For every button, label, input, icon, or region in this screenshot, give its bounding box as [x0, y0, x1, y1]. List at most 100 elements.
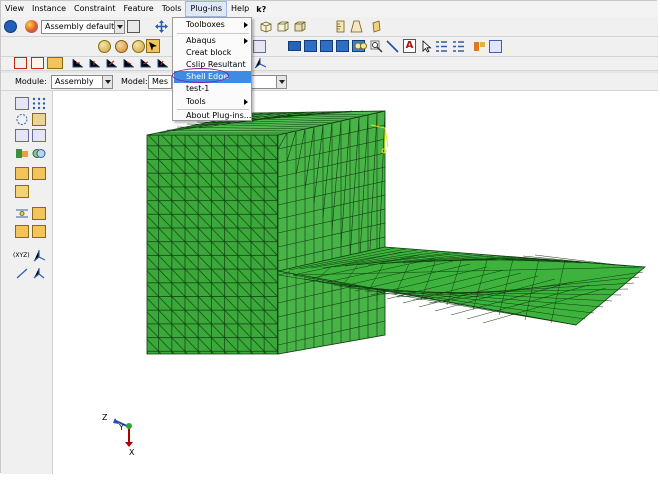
- cursor-icon[interactable]: [420, 40, 433, 53]
- menu-instance[interactable]: Instance: [28, 1, 70, 17]
- ruler-icon[interactable]: [334, 20, 347, 33]
- constraint-edge-icon[interactable]: [15, 185, 29, 198]
- menu-item-creat-block[interactable]: Creat block: [174, 47, 251, 59]
- module-value: Assembly: [55, 77, 94, 86]
- module-select[interactable]: Assembly: [51, 75, 113, 89]
- render-icon[interactable]: [370, 20, 383, 33]
- datum-plane-icon[interactable]: [32, 267, 46, 280]
- chevron-down-icon[interactable]: [114, 21, 124, 33]
- constraint-contact-icon[interactable]: [32, 207, 46, 220]
- grid-list-icon-2[interactable]: [452, 40, 465, 53]
- boolean-icon[interactable]: [32, 147, 46, 160]
- sphere-pair-icon[interactable]: [115, 40, 128, 53]
- assembly-defaults-select[interactable]: Assembly defaults: [41, 20, 125, 34]
- linear-pattern-icon[interactable]: [15, 129, 29, 142]
- toolbar-row-2: A: [1, 37, 658, 57]
- menu-help[interactable]: Help: [227, 1, 253, 17]
- select-grid-icon[interactable]: [489, 40, 502, 53]
- axis-icon-y[interactable]: [87, 57, 102, 69]
- menu-feature[interactable]: Feature: [120, 1, 158, 17]
- menu-item-label: Creat block: [186, 48, 232, 57]
- radial-pattern-icon[interactable]: [32, 129, 46, 142]
- rotate-instance-icon[interactable]: [15, 113, 29, 126]
- menu-tools[interactable]: Tools: [158, 1, 186, 17]
- part-selector-icon[interactable]: [47, 57, 63, 69]
- menu-item-tools[interactable]: Tools: [174, 96, 251, 108]
- sphere-view-icon[interactable]: [98, 40, 111, 53]
- text-annotation-icon[interactable]: A: [403, 39, 416, 53]
- red-partition-icon[interactable]: [14, 57, 27, 69]
- triad-z-label: Z: [102, 413, 108, 422]
- submenu-arrow-icon: [244, 99, 248, 105]
- axis-icon-z[interactable]: [104, 57, 119, 69]
- tool-panel: (XYZ): [1, 91, 53, 474]
- viewport[interactable]: Z Y X: [53, 91, 657, 473]
- menu-item-label: Shell Edge: [186, 72, 229, 81]
- red-partition-icon-2[interactable]: [31, 57, 44, 69]
- triad-x-label: X: [129, 448, 135, 457]
- menu-item-label: Abaqus: [186, 36, 216, 45]
- menu-item-toolboxes[interactable]: Toolboxes: [174, 19, 251, 31]
- magnifier-icon[interactable]: [370, 40, 383, 53]
- menu-item-shell-edge[interactable]: Shell Edge: [174, 71, 251, 83]
- block-side-face: [277, 110, 386, 355]
- chevron-down-icon[interactable]: [276, 76, 286, 88]
- model-select[interactable]: Mes: [148, 75, 172, 89]
- menu-view[interactable]: View: [1, 1, 28, 17]
- menu-bar: View Instance Constraint Feature Tools P…: [1, 1, 658, 17]
- axis-icon-x[interactable]: [70, 57, 85, 69]
- blue-bar-icon-4[interactable]: [336, 40, 349, 52]
- pick-arrow-icon[interactable]: [146, 39, 160, 53]
- diagonal-arrow-icon[interactable]: [386, 40, 399, 53]
- mesh-canvas: Z Y X: [102, 110, 647, 457]
- menu-item-cslip-resultant[interactable]: Cslip Resultant: [174, 59, 251, 71]
- constraint-csys-icon[interactable]: [32, 225, 46, 238]
- menu-plug-ins[interactable]: Plug-ins: [185, 1, 227, 17]
- whats-this-help-icon[interactable]: k?: [253, 5, 269, 14]
- query-icon[interactable]: [127, 20, 140, 33]
- blue-bar-icon-1[interactable]: [288, 41, 301, 51]
- grid-list-icon-1[interactable]: [435, 40, 448, 53]
- transparency-icon[interactable]: [350, 20, 363, 33]
- menu-separator: [177, 33, 249, 34]
- menu-item-abaqus[interactable]: Abaqus: [174, 35, 251, 47]
- axis-icon-xz[interactable]: [138, 57, 153, 69]
- blue-bar-icon-3[interactable]: [320, 40, 333, 52]
- create-instance-icon[interactable]: [15, 97, 29, 110]
- menu-constraint[interactable]: Constraint: [70, 1, 119, 17]
- menu-item-test-1[interactable]: test-1: [174, 83, 251, 95]
- view-top-icon[interactable]: [293, 20, 306, 33]
- datum-xyz-icon[interactable]: (XYZ): [13, 249, 31, 262]
- merge-cut-icon[interactable]: [15, 147, 29, 160]
- submenu-arrow-icon: [244, 22, 248, 28]
- view-front-icon[interactable]: [276, 20, 289, 33]
- menu-item-label: About Plug-ins...: [186, 111, 252, 120]
- datum-axis-icon[interactable]: [15, 267, 29, 280]
- dots-grid-icon[interactable]: [32, 97, 46, 110]
- datum-csys-icon[interactable]: [32, 249, 46, 262]
- axis-icon-xy[interactable]: [121, 57, 136, 69]
- constraint-face-icon[interactable]: [32, 167, 46, 180]
- info-icon[interactable]: [4, 20, 17, 33]
- toolbar-row-3: [1, 57, 658, 71]
- view-manipulation-icon[interactable]: [253, 40, 266, 53]
- axis-icon-yz[interactable]: [155, 57, 170, 69]
- pan-icon[interactable]: [155, 20, 168, 33]
- menu-item-label: Tools: [186, 97, 206, 106]
- constraint-coaxial-icon[interactable]: [15, 207, 29, 220]
- mesh-tool-icon[interactable]: [473, 40, 486, 53]
- toolbar-row-1: Assembly defaults: [1, 17, 658, 37]
- chevron-down-icon[interactable]: [102, 76, 112, 88]
- triad-y-label: Y: [118, 423, 124, 432]
- palette-icon[interactable]: [25, 20, 38, 33]
- translate-instance-icon[interactable]: [32, 113, 46, 126]
- view-iso-icon[interactable]: [259, 20, 272, 33]
- blue-bar-icon-2[interactable]: [304, 40, 317, 52]
- menu-item-about-plug-ins[interactable]: About Plug-ins...: [174, 110, 251, 122]
- constraint-parallel-icon[interactable]: [15, 167, 29, 180]
- plug-ins-menu: Toolboxes Abaqus Creat block Cslip Resul…: [172, 17, 252, 121]
- constraint-coincident-icon[interactable]: [15, 225, 29, 238]
- axis-icon-3d[interactable]: [254, 57, 267, 69]
- glasses-icon[interactable]: [354, 40, 367, 52]
- circle-icon[interactable]: [132, 40, 145, 53]
